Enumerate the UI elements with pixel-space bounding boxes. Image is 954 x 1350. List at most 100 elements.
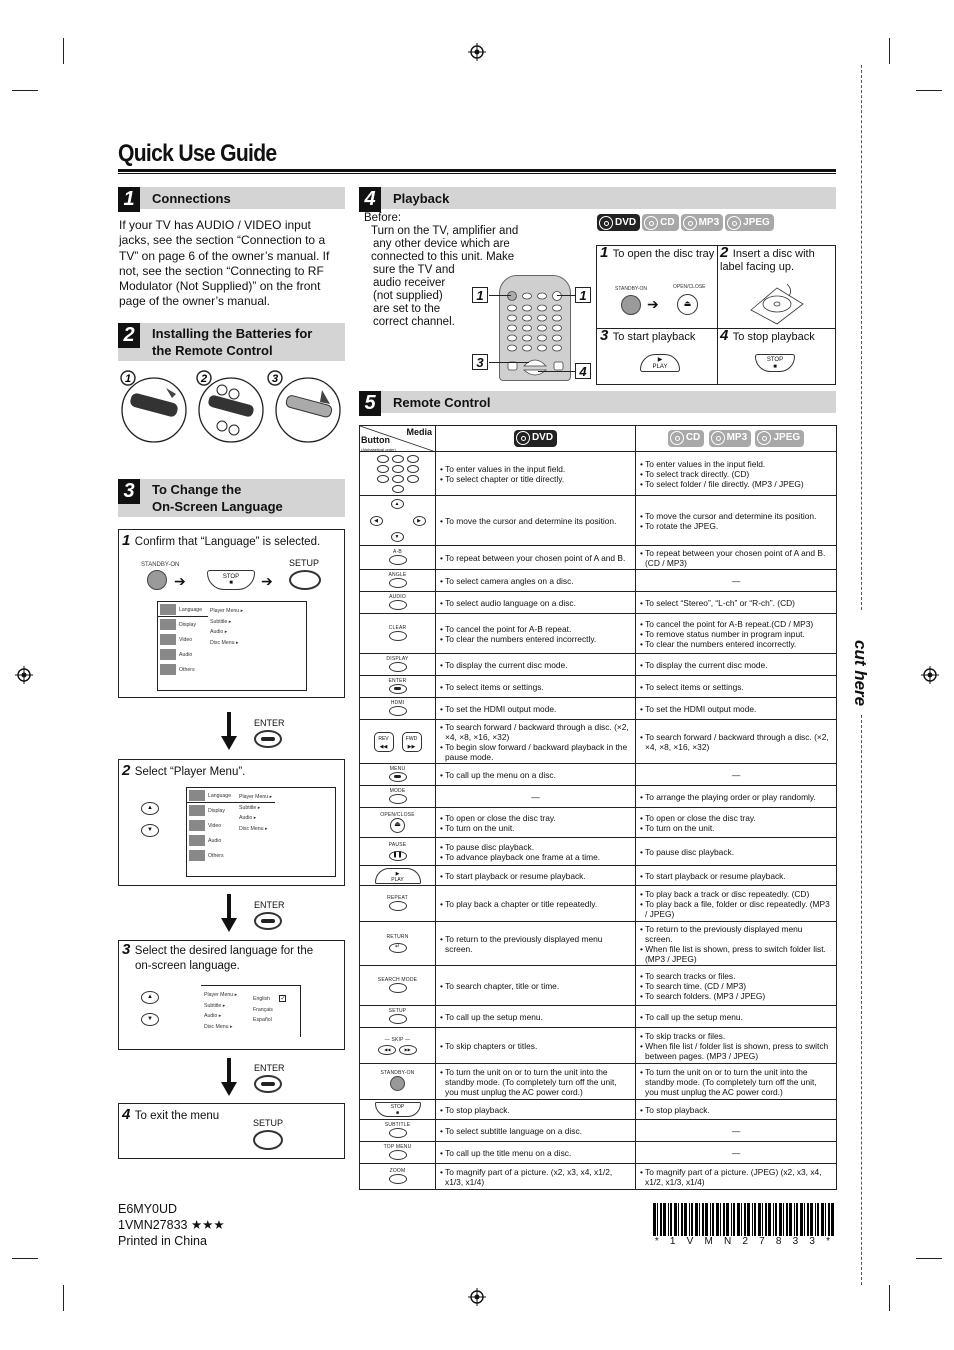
cd-mp3-jpeg-cell: • To pause disc playback. — [635, 837, 837, 866]
submenu-item: Audio — [204, 1013, 218, 1019]
disc-tray-illustration — [750, 283, 804, 325]
button-cell: STANDBY-ON — [359, 1063, 436, 1100]
jpeg-badge: JPEG — [725, 214, 774, 231]
table-row: ENTER • To select items or settings. • To … — [359, 675, 837, 698]
disc-icon — [599, 215, 613, 230]
description-line: • To rotate the JPEG. — [640, 520, 719, 531]
top-menu-button-icon — [388, 1149, 407, 1160]
step-number: 3 — [122, 941, 131, 958]
language-step-3: 3 Select the desired language for the on… — [118, 940, 345, 1050]
description-line: • To select folder / file directly. (MP3… — [640, 478, 804, 489]
description-line: • When file list is shown, press to swit… — [640, 943, 826, 964]
description-line: • To advance playback one frame at a tim… — [440, 851, 601, 862]
description-line: • To display the current disc mode. — [440, 659, 568, 670]
cd-mp3-jpeg-cell: — — [635, 569, 837, 592]
description-line: • To select “Stereo”, “L-ch” or “R-ch”. … — [640, 597, 795, 608]
submenu-item: Subtitle — [210, 618, 228, 625]
callout-4: 4 — [575, 363, 591, 379]
step-text: Insert a disc with label facing up. — [720, 248, 815, 273]
description-line: • To call up the setup menu. — [640, 1011, 743, 1022]
step-text: on-screen language. — [135, 960, 240, 972]
jpeg-badge: JPEG — [755, 429, 805, 447]
table-row: • To enter values in the input field. • T… — [359, 451, 837, 496]
table-row: MODE — • To arrange the playing order or p… — [359, 785, 837, 808]
dvd-cell: • To display the current disc mode. — [435, 653, 636, 676]
dvd-cell: • To magnify part of a picture. (x2, x3,… — [435, 1163, 636, 1190]
crop-mark — [916, 1258, 942, 1259]
audio-button-icon — [388, 599, 407, 610]
dvd-cell: • To cancel the point for A-B repeat. • T… — [435, 613, 636, 654]
description-line: • To skip tracks or files. — [640, 1030, 726, 1041]
disc-icon — [727, 215, 742, 230]
table-row: AUDIO • To select audio language on a dis… — [359, 591, 837, 614]
mp3-badge: MP3 — [708, 429, 752, 447]
enter-button-icon — [388, 683, 407, 694]
callout-line — [557, 295, 575, 296]
section-remote-header: 5 Remote Control — [359, 391, 836, 416]
language-option: Français — [253, 1006, 273, 1013]
playback-before-text: Before: Turn on the TV, amplifier and an… — [364, 212, 518, 329]
description-line: — — [531, 791, 540, 802]
dvd-cell: • To repeat between your chosen point of… — [435, 545, 636, 570]
description-line: • To select camera angles on a disc. — [440, 575, 574, 586]
cut-here-label: cut here — [851, 640, 870, 707]
description-line: • To cancel the point for A-B repeat.(CD… — [640, 618, 814, 629]
description-line: • To search forward / backward through a… — [640, 731, 829, 752]
step-number: 3 — [600, 327, 609, 344]
eject-button-icon: ⏏ — [677, 294, 698, 315]
setup-button-icon — [388, 1013, 407, 1024]
table-row: A-B • To repeat between your chosen point… — [359, 545, 837, 570]
header-other-media-cell: CD MP3 JPEG — [635, 425, 837, 452]
arrow-right-icon: ➔ — [647, 296, 659, 312]
language-step-1: 1 Confirm that “Language” is selected. S… — [118, 529, 345, 698]
playback-step-4: 4 To stop playback — [720, 328, 815, 343]
table-row: REV ◀◀ FWD ▶▶ • To search forward / backward… — [359, 719, 837, 764]
description-line: • To clear the numbers entered incorrect… — [640, 638, 797, 649]
dvd-cell: • To move the cursor and determine its p… — [435, 495, 636, 546]
battery-install-illustration: 1 2 3 — [120, 370, 341, 443]
dvd-cell: • To skip chapters or titles. — [435, 1027, 636, 1064]
step-number: 2 — [720, 244, 729, 261]
table-row: PAUSE ❚❚ • To pause disc playback. • To adv… — [359, 837, 837, 866]
barcode-bar — [712, 1203, 714, 1236]
before-line: (not supplied) — [373, 290, 443, 302]
callout-line — [489, 295, 511, 296]
before-line: Turn on the TV, amplifier and — [371, 225, 519, 237]
barcode-bar — [663, 1203, 666, 1236]
cd-mp3-jpeg-cell: • To arrange the playing order or play r… — [635, 785, 837, 808]
video-menu-icon — [189, 820, 205, 831]
description-line: • To search folders. (MP3 / JPEG) — [640, 990, 766, 1001]
barcode-bar — [710, 1203, 711, 1236]
description-line: • To call up the menu on a disc. — [440, 769, 556, 780]
step-number: 1 — [122, 532, 131, 549]
menu-item: Display — [179, 621, 197, 628]
barcode-bar — [744, 1203, 746, 1236]
cd-mp3-jpeg-cell: — — [635, 763, 837, 786]
barcode-bar — [800, 1203, 803, 1236]
submenu-item: Audio — [239, 815, 253, 821]
cd-mp3-jpeg-cell: • To repeat between your chosen point of… — [635, 545, 837, 570]
barcode-icon — [653, 1203, 834, 1236]
section-heading: Playback — [393, 190, 450, 206]
zoom-button-icon — [388, 1173, 407, 1184]
stop-button-icon: STOP ■ — [755, 354, 795, 372]
table-row: ▲ ◀ ▶ ▼ • To move the cursor and determine i… — [359, 495, 837, 546]
barcode-bar — [810, 1203, 813, 1236]
button-cell — [359, 451, 436, 496]
barcode-bar — [653, 1203, 656, 1236]
description-line: • To open or close the disc tray. — [640, 812, 756, 823]
description-line: • To turn on the unit. — [440, 822, 515, 833]
cd-mp3-jpeg-cell: • To open or close the disc tray. • To tu… — [635, 807, 837, 838]
model-code: E6MY0UD — [118, 1202, 178, 1216]
button-cell: SEARCH MODE — [359, 965, 436, 1006]
search-mode-button-icon — [388, 982, 407, 993]
cursor-keys-icon: ▲ ◀ ▶ ▼ — [368, 498, 428, 543]
header-button-sublabel: (Alphabetical order) — [361, 447, 396, 452]
section-language-header: 3 To Change the On-Screen Language — [118, 479, 345, 517]
cursor-up-button-icon: ▲ — [141, 802, 159, 815]
description-line: • To cancel the point for A-B repeat. — [440, 623, 572, 634]
description-line: • To skip chapters or titles. — [440, 1040, 538, 1051]
submenu-item: Player Menu — [210, 608, 240, 614]
barcode-bar — [831, 1203, 834, 1236]
number-keys-icon — [376, 454, 419, 493]
